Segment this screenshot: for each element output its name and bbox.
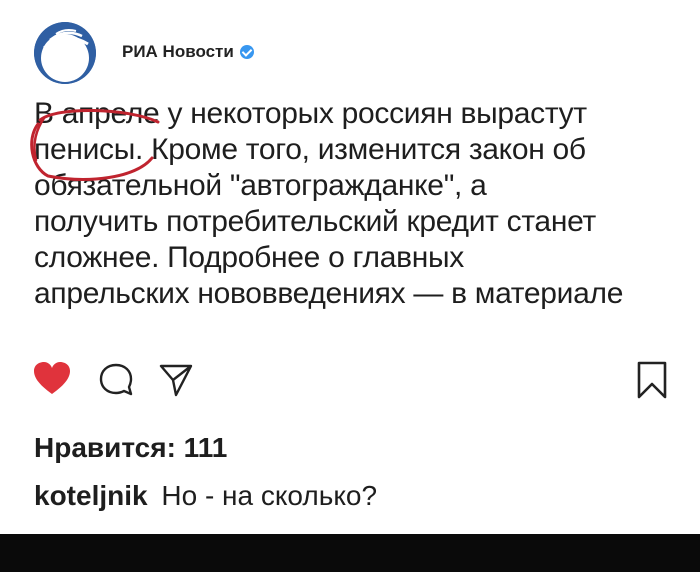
post-actions — [32, 360, 682, 410]
bookmark-icon[interactable] — [636, 360, 668, 400]
comment: koteljnik Но - на сколько? — [34, 480, 377, 512]
avatar[interactable] — [34, 22, 96, 84]
heart-icon[interactable] — [32, 360, 72, 398]
caption-line: сложнее. Подробнее о главных — [34, 241, 464, 274]
post-header: РИА Новости — [30, 18, 670, 84]
account-name[interactable]: РИА Новости — [122, 42, 234, 62]
caption-line: В апреле у некоторых россиян вырастут — [34, 97, 587, 130]
bottom-black-bar — [0, 534, 700, 572]
comment-icon[interactable] — [98, 362, 134, 398]
comment-username[interactable]: koteljnik — [34, 480, 148, 511]
caption-line: апрельских нововведениях — в материале — [34, 277, 624, 310]
send-icon[interactable] — [158, 362, 194, 398]
comment-text: Но - на сколько? — [161, 480, 378, 511]
caption-line: получить потребительский кредит станет — [34, 205, 596, 238]
post-caption: В апреле у некоторых россиян вырастут пе… — [34, 96, 684, 312]
caption-line: обязательной "автогражданке", а — [34, 169, 487, 202]
caption-line: пенисы. Кроме того, изменится закон об — [34, 133, 586, 166]
globe-logo-icon — [34, 22, 96, 84]
likes-count[interactable]: Нравится: 111 — [34, 432, 227, 464]
verified-badge-icon — [239, 45, 254, 59]
account-name-row[interactable]: РИА Новости — [122, 42, 254, 62]
